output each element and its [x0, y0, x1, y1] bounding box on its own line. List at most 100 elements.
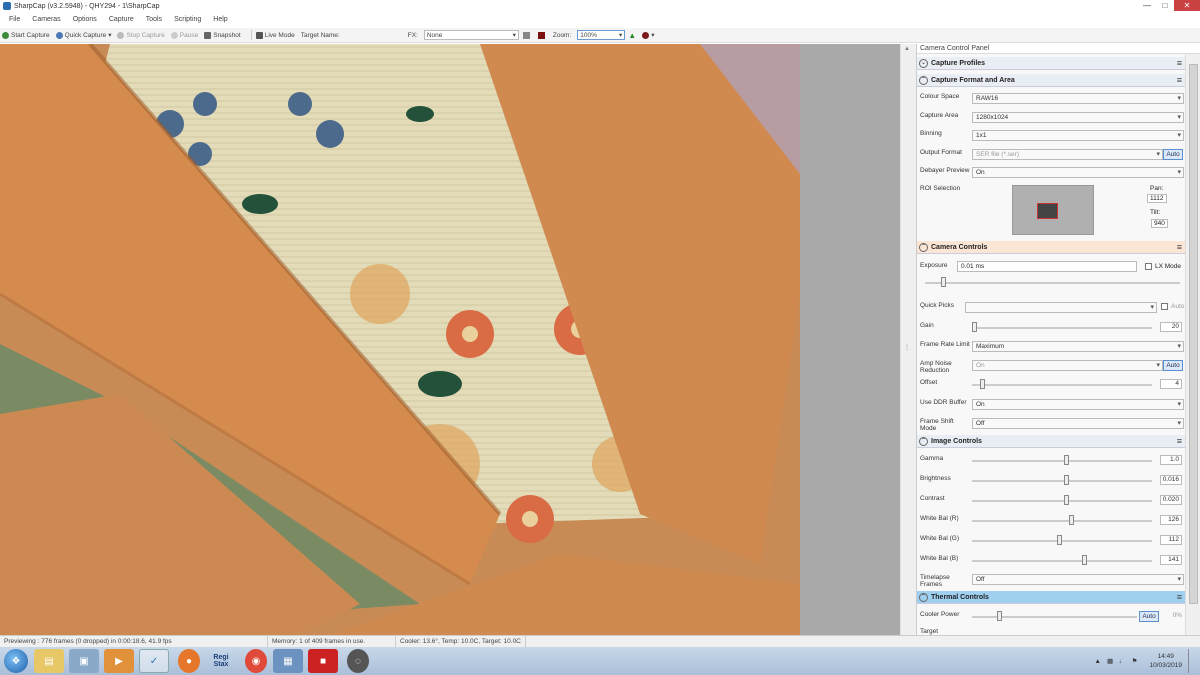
- slider-thumb[interactable]: [1064, 455, 1069, 465]
- contrast-value[interactable]: 0.020: [1160, 495, 1182, 505]
- slider-thumb[interactable]: [997, 611, 1002, 621]
- photo-viewer-icon[interactable]: ▣: [69, 649, 99, 673]
- gain-value[interactable]: 20: [1160, 322, 1182, 332]
- lx-mode-checkbox[interactable]: [1145, 263, 1152, 270]
- fx-select[interactable]: None ▾: [423, 30, 519, 40]
- menu-capture[interactable]: Capture: [109, 16, 134, 23]
- contrast-slider[interactable]: [972, 495, 1152, 505]
- registax-icon[interactable]: Regi Stax: [206, 649, 236, 673]
- section-capture-format[interactable]: ⌃ Capture Format and Area ≡: [917, 74, 1185, 87]
- slider-thumb[interactable]: [980, 379, 985, 389]
- clock[interactable]: 14:49 10/03/2019: [1149, 652, 1182, 670]
- capture-area-select[interactable]: 1280x1024: [972, 112, 1184, 123]
- red-app-icon[interactable]: ■: [308, 649, 338, 673]
- pause-button[interactable]: Pause: [170, 31, 198, 39]
- frame-rate-select[interactable]: Maximum: [972, 341, 1184, 352]
- white-bal-g-value[interactable]: 112: [1160, 535, 1182, 545]
- brightness-slider[interactable]: [972, 475, 1152, 485]
- firefox-icon[interactable]: ●: [178, 649, 200, 673]
- live-mode-button[interactable]: Live Mode: [255, 31, 295, 39]
- amp-noise-auto-button[interactable]: Auto: [1163, 360, 1183, 371]
- panel-scrollbar[interactable]: [1185, 54, 1200, 635]
- offset-slider[interactable]: [972, 379, 1152, 389]
- hamburger-icon[interactable]: ≡: [1177, 242, 1182, 252]
- display-gray-button[interactable]: [522, 31, 532, 39]
- zoom-select[interactable]: 100% ▾: [577, 30, 626, 40]
- ddr-buffer-select[interactable]: On: [972, 399, 1184, 410]
- hamburger-icon[interactable]: ≡: [1177, 436, 1182, 446]
- section-thermal-controls[interactable]: ⌃ Thermal Controls ≡: [917, 591, 1185, 604]
- menu-scripting[interactable]: Scripting: [174, 16, 201, 23]
- white-bal-g-slider[interactable]: [972, 535, 1152, 545]
- network-icon[interactable]: ▩: [1107, 657, 1113, 665]
- amp-noise-select[interactable]: On: [972, 360, 1163, 371]
- chrome-icon[interactable]: ◉: [245, 649, 267, 673]
- histogram-button[interactable]: ▲: [628, 31, 636, 40]
- scroll-up-icon[interactable]: ▲: [904, 46, 910, 52]
- start-capture-button[interactable]: Start Capture: [2, 31, 50, 39]
- file-explorer-icon[interactable]: ▤: [34, 649, 64, 673]
- viewer-scrollbar[interactable]: ▲ ⋮: [900, 44, 916, 635]
- colour-space-select[interactable]: RAW16: [972, 93, 1184, 104]
- maximize-button[interactable]: □: [1156, 0, 1174, 11]
- quick-picks-auto-checkbox[interactable]: [1161, 303, 1168, 310]
- white-bal-b-slider[interactable]: [972, 555, 1152, 565]
- frame-shift-select[interactable]: Off: [972, 418, 1184, 429]
- image-app-icon[interactable]: ▦: [273, 649, 303, 673]
- chevron-up-icon[interactable]: ⌃: [919, 242, 928, 252]
- stop-capture-button[interactable]: Stop Capture: [117, 31, 165, 39]
- menu-options[interactable]: Options: [73, 16, 97, 23]
- cooler-auto-button[interactable]: Auto: [1139, 611, 1159, 622]
- snapshot-button[interactable]: Snapshot: [204, 31, 241, 39]
- tray-chevron-icon[interactable]: ▲: [1095, 658, 1101, 665]
- media-player-icon[interactable]: ▶: [104, 649, 134, 673]
- gain-slider[interactable]: [972, 322, 1152, 332]
- tilt-input[interactable]: 940: [1151, 219, 1168, 228]
- output-format-select[interactable]: SER file (*.ser): [972, 149, 1163, 160]
- pan-input[interactable]: 1112: [1147, 194, 1167, 203]
- display-red-button[interactable]: [537, 31, 547, 39]
- minimize-button[interactable]: —: [1138, 0, 1156, 11]
- menu-cameras[interactable]: Cameras: [32, 16, 60, 23]
- flag-icon[interactable]: ⚑: [1132, 657, 1138, 665]
- brightness-value[interactable]: 0.016: [1160, 475, 1182, 485]
- menu-help[interactable]: Help: [213, 16, 227, 23]
- tools-button[interactable]: ▾: [642, 31, 654, 39]
- debayer-select[interactable]: On: [972, 167, 1184, 178]
- target-name-label[interactable]: Target Name:: [301, 32, 340, 39]
- roi-rectangle[interactable]: [1037, 203, 1058, 219]
- slider-thumb[interactable]: [1064, 495, 1069, 505]
- slider-thumb[interactable]: [1064, 475, 1069, 485]
- hamburger-icon[interactable]: ≡: [1177, 592, 1182, 602]
- slider-thumb[interactable]: [1057, 535, 1062, 545]
- section-image-controls[interactable]: ⌃ Image Controls ≡: [917, 435, 1185, 448]
- chevron-up-icon[interactable]: ⌃: [919, 436, 928, 446]
- roi-selector[interactable]: [1012, 185, 1094, 235]
- gamma-value[interactable]: 1.0: [1160, 455, 1182, 465]
- quick-capture-button[interactable]: Quick Capture ▾: [55, 31, 111, 39]
- slider-thumb[interactable]: [941, 277, 946, 287]
- chevron-up-icon[interactable]: ⌃: [919, 592, 928, 602]
- volume-icon[interactable]: ♩: [1119, 658, 1126, 665]
- chevron-up-icon[interactable]: ⌃: [919, 75, 928, 85]
- white-bal-r-value[interactable]: 126: [1160, 515, 1182, 525]
- globe-app-icon[interactable]: ◌: [347, 649, 369, 673]
- hamburger-icon[interactable]: ≡: [1177, 75, 1182, 85]
- section-camera-controls[interactable]: ⌃ Camera Controls ≡: [917, 241, 1185, 254]
- hamburger-icon[interactable]: ≡: [1177, 58, 1182, 68]
- menu-tools[interactable]: Tools: [146, 16, 162, 23]
- windows-start-button[interactable]: ❖: [4, 649, 28, 673]
- sharpcap-taskbar-icon[interactable]: ✓: [139, 649, 169, 673]
- section-capture-profiles[interactable]: ⌄ Capture Profiles ≡: [917, 57, 1185, 70]
- exposure-input[interactable]: 0.01 ms: [957, 261, 1137, 272]
- chevron-down-icon[interactable]: ⌄: [919, 58, 928, 68]
- cooler-power-slider[interactable]: [972, 611, 1137, 621]
- slider-thumb[interactable]: [1082, 555, 1087, 565]
- white-bal-r-slider[interactable]: [972, 515, 1152, 525]
- quick-picks-select[interactable]: [965, 302, 1157, 313]
- binning-select[interactable]: 1x1: [972, 130, 1184, 141]
- panel-scrollbar-thumb[interactable]: [1189, 64, 1198, 604]
- timelapse-select[interactable]: Off: [972, 574, 1184, 585]
- slider-thumb[interactable]: [972, 322, 977, 332]
- scroll-handle-icon[interactable]: ⋮: [904, 344, 910, 351]
